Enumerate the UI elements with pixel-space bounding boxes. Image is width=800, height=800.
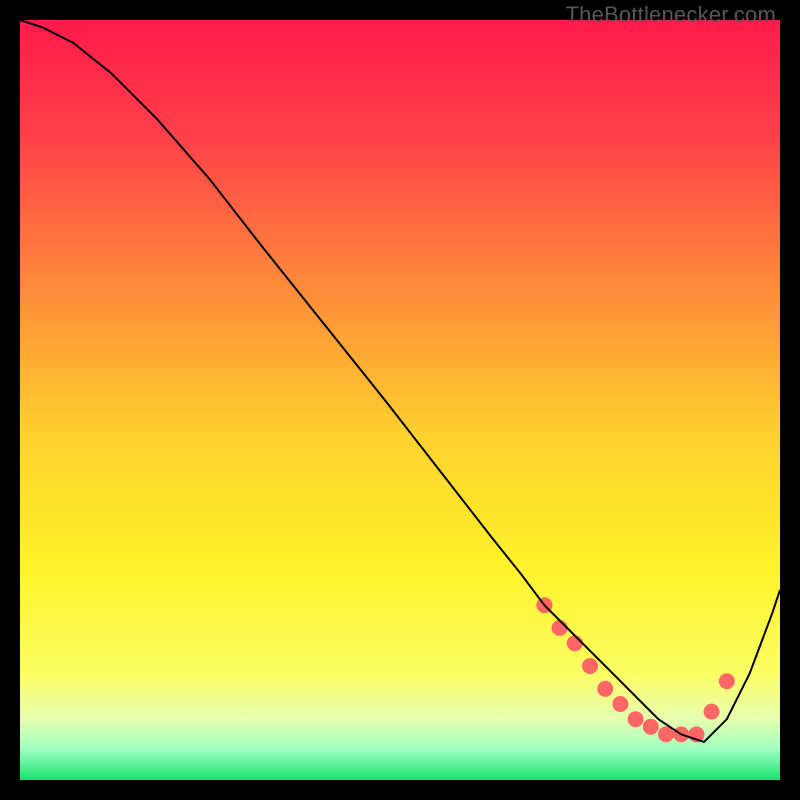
marker-dot bbox=[597, 681, 613, 697]
chart-background bbox=[20, 20, 780, 780]
watermark-text: TheBottlenecker.com bbox=[566, 2, 776, 28]
marker-dot bbox=[582, 658, 598, 674]
marker-dot bbox=[612, 696, 628, 712]
marker-dot bbox=[719, 673, 735, 689]
marker-dot bbox=[552, 620, 568, 636]
marker-dot bbox=[567, 635, 583, 651]
marker-dot bbox=[628, 711, 644, 727]
chart-frame bbox=[20, 20, 780, 780]
marker-dot bbox=[704, 704, 720, 720]
marker-dot bbox=[643, 719, 659, 735]
bottleneck-chart bbox=[20, 20, 780, 780]
